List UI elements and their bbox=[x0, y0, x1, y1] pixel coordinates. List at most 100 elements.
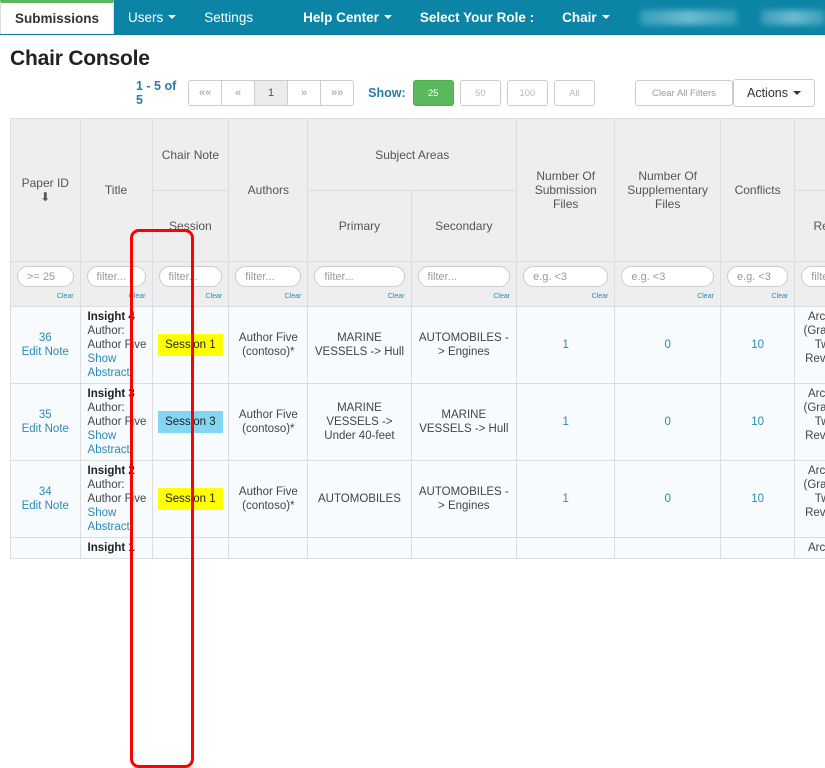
redacted-user-name bbox=[640, 10, 738, 25]
paper-id-value[interactable]: 34 bbox=[15, 485, 76, 499]
paper-title[interactable]: Insight 3 bbox=[88, 387, 148, 401]
cell-num-submission-files[interactable]: 1 bbox=[517, 461, 615, 538]
paper-id-value[interactable]: 35 bbox=[15, 408, 76, 422]
filter-input-num-supplementary-files[interactable]: e.g. <3 bbox=[621, 266, 714, 287]
header-num-submission-files[interactable]: Number Of Submission Files bbox=[517, 119, 615, 262]
paper-title[interactable]: Insight 2 bbox=[88, 464, 148, 478]
cell-conflicts[interactable]: 10 bbox=[720, 384, 794, 461]
paper-id-value[interactable]: 36 bbox=[15, 331, 76, 345]
header-primary[interactable]: Primary bbox=[308, 191, 411, 262]
role-selector-label: Chair bbox=[562, 10, 597, 25]
actions-button[interactable]: Actions bbox=[733, 79, 815, 107]
filter-cell-reviewers: filter... Clear bbox=[795, 262, 825, 307]
filter-input-reviewers[interactable]: filter... bbox=[801, 266, 825, 287]
show-abstract-link[interactable]: Show Abstract bbox=[88, 430, 130, 456]
filter-clear-num-submission-files[interactable]: Clear bbox=[523, 290, 608, 304]
paper-title[interactable]: Insight 4 bbox=[88, 310, 148, 324]
session-badge[interactable]: Session 1 bbox=[158, 488, 223, 510]
show-abstract-link[interactable]: Show Abstract bbox=[88, 507, 130, 533]
nav-tab-settings[interactable]: Settings bbox=[190, 0, 267, 34]
cell-conflicts[interactable]: 10 bbox=[720, 461, 794, 538]
role-selector-chair[interactable]: Chair bbox=[548, 0, 624, 34]
cell-secondary-subject-area: AUTOMOBILES -> Engines bbox=[411, 307, 517, 384]
header-title[interactable]: Title bbox=[80, 119, 152, 262]
filter-input-secondary[interactable]: filter... bbox=[418, 266, 511, 287]
header-num-supplementary-files[interactable]: Number Of Supplementary Files bbox=[615, 119, 721, 262]
filter-clear-secondary[interactable]: Clear bbox=[418, 290, 511, 304]
filter-clear-title[interactable]: Clear bbox=[87, 290, 146, 304]
cell-num-supplementary-files[interactable]: 0 bbox=[615, 461, 721, 538]
filter-cell-chair-note: filter... Clear bbox=[152, 262, 229, 307]
edit-note-link[interactable]: Edit Note bbox=[15, 422, 76, 436]
cell-primary-subject-area: MARINE VESSELS -> Hull bbox=[308, 307, 411, 384]
filter-clear-paper-id[interactable]: Clear bbox=[17, 290, 74, 304]
filter-clear-primary[interactable]: Clear bbox=[314, 290, 404, 304]
pagination-first-button[interactable]: «« bbox=[188, 80, 222, 106]
edit-note-link[interactable]: Edit Note bbox=[15, 345, 76, 359]
filter-input-primary[interactable]: filter... bbox=[314, 266, 404, 287]
submissions-table-wrapper: Paper ID ⬇ Title Chair Note Authors Subj… bbox=[0, 118, 825, 559]
page-size-all-button[interactable]: All bbox=[554, 80, 595, 106]
clear-all-filters-button[interactable]: Clear All Filters bbox=[635, 80, 733, 106]
filter-clear-num-supplementary-files[interactable]: Clear bbox=[621, 290, 714, 304]
filter-cell-secondary: filter... Clear bbox=[411, 262, 517, 307]
cell-secondary-subject-area bbox=[411, 538, 517, 559]
nav-tab-help-center[interactable]: Help Center bbox=[289, 0, 406, 34]
paper-author-line: Author: Author Five bbox=[88, 401, 148, 429]
header-paper-id-label: Paper ID bbox=[22, 176, 69, 190]
filter-cell-title: filter... Clear bbox=[80, 262, 152, 307]
pagination-next-button[interactable]: » bbox=[287, 80, 321, 106]
cell-authors bbox=[229, 538, 308, 559]
filter-input-title[interactable]: filter... bbox=[87, 266, 146, 287]
filter-input-authors[interactable]: filter... bbox=[235, 266, 301, 287]
cell-authors: Author Five (contoso)* bbox=[229, 461, 308, 538]
header-paper-id[interactable]: Paper ID ⬇ bbox=[11, 119, 81, 262]
show-abstract-link[interactable]: Show Abstract bbox=[88, 353, 130, 379]
page-size-100-button[interactable]: 100 bbox=[507, 80, 548, 106]
filter-input-chair-note[interactable]: filter... bbox=[159, 266, 223, 287]
cell-primary-subject-area: AUTOMOBILES bbox=[308, 461, 411, 538]
edit-note-link[interactable]: Edit Note bbox=[15, 499, 76, 513]
header-authors[interactable]: Authors bbox=[229, 119, 308, 262]
session-badge[interactable]: Session 3 bbox=[158, 411, 223, 433]
cell-num-supplementary-files[interactable]: 0 bbox=[615, 307, 721, 384]
pagination-last-button[interactable]: »» bbox=[320, 80, 354, 106]
cell-conflicts[interactable]: 10 bbox=[720, 307, 794, 384]
cell-reviewers: Archie Leach bbox=[795, 538, 825, 559]
cell-reviewers: Archie Leach (Grant); Author Two (cmt); … bbox=[795, 461, 825, 538]
nav-tab-submissions[interactable]: Submissions bbox=[0, 0, 114, 34]
header-chair-note[interactable]: Chair Note bbox=[152, 119, 229, 191]
pagination-prev-button[interactable]: « bbox=[221, 80, 255, 106]
header-conflicts[interactable]: Conflicts bbox=[720, 119, 794, 262]
filter-clear-reviewers[interactable]: Clear bbox=[801, 290, 825, 304]
page-size-50-button[interactable]: 50 bbox=[460, 80, 501, 106]
header-secondary[interactable]: Secondary bbox=[411, 191, 517, 262]
filter-clear-chair-note[interactable]: Clear bbox=[159, 290, 223, 304]
filter-clear-conflicts[interactable]: Clear bbox=[727, 290, 788, 304]
session-badge[interactable]: Session 1 bbox=[158, 334, 223, 356]
cell-secondary-subject-area: MARINE VESSELS -> Hull bbox=[411, 384, 517, 461]
paper-title[interactable]: Insight 1 bbox=[88, 541, 148, 555]
chevron-down-icon bbox=[168, 15, 176, 19]
cell-num-supplementary-files[interactable]: 0 bbox=[615, 384, 721, 461]
cell-num-submission-files[interactable]: 1 bbox=[517, 307, 615, 384]
header-session[interactable]: Session bbox=[152, 191, 229, 262]
header-reviewers[interactable]: Reviewers bbox=[795, 191, 825, 262]
pagination-page-1-button[interactable]: 1 bbox=[254, 80, 288, 106]
redacted-conference-name bbox=[761, 10, 825, 25]
cell-session bbox=[152, 538, 229, 559]
table-row: Insight 1 Archie Leach bbox=[11, 538, 825, 559]
table-row: 34 Edit Note Insight 2 Author: Author Fi… bbox=[11, 461, 825, 538]
filter-input-paper-id[interactable]: >= 25 bbox=[17, 266, 74, 287]
nav-tab-users[interactable]: Users bbox=[114, 0, 190, 34]
filter-input-num-submission-files[interactable]: e.g. <3 bbox=[523, 266, 608, 287]
filter-input-conflicts[interactable]: e.g. <3 bbox=[727, 266, 788, 287]
cell-num-submission-files[interactable]: 1 bbox=[517, 384, 615, 461]
nav-tab-users-label: Users bbox=[128, 10, 163, 25]
cell-session: Session 3 bbox=[152, 384, 229, 461]
cell-num-supplementary-files bbox=[615, 538, 721, 559]
submissions-table: Paper ID ⬇ Title Chair Note Authors Subj… bbox=[10, 118, 825, 559]
page-size-25-button[interactable]: 25 bbox=[413, 80, 454, 106]
filter-clear-authors[interactable]: Clear bbox=[235, 290, 301, 304]
cell-num-submission-files bbox=[517, 538, 615, 559]
